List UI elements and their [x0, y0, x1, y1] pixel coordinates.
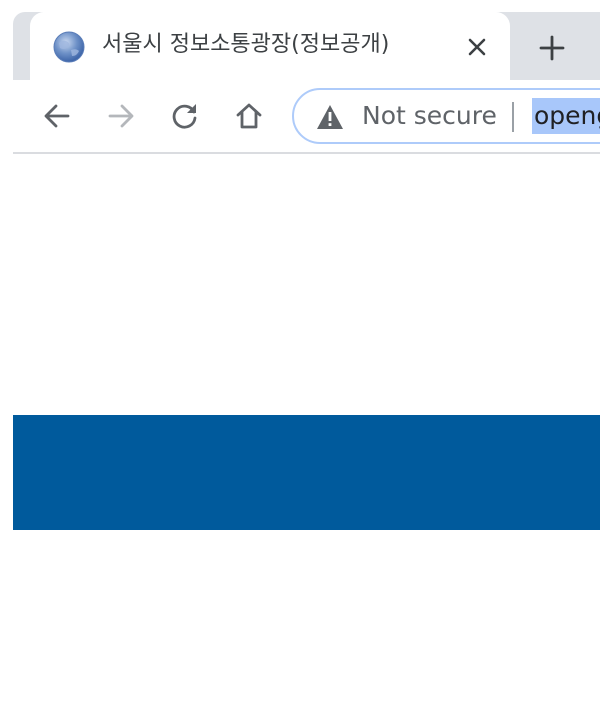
- tab-close-button[interactable]: [460, 30, 494, 64]
- close-icon: [468, 38, 486, 56]
- header-banner: [13, 415, 600, 530]
- forward-arrow-icon: [108, 104, 134, 128]
- forward-button[interactable]: [101, 96, 141, 136]
- back-arrow-icon: [44, 104, 70, 128]
- tab-strip: 서울시 정보소통광장(정보공개): [0, 0, 600, 82]
- address-bar[interactable]: Not secure openg: [292, 88, 600, 144]
- home-button[interactable]: [229, 96, 269, 136]
- page-content: [13, 154, 600, 702]
- browser-toolbar: Not secure openg: [0, 80, 600, 152]
- url-text[interactable]: openg: [532, 98, 600, 134]
- reload-icon: [172, 104, 197, 129]
- plus-icon: [539, 35, 565, 61]
- home-icon: [236, 103, 262, 129]
- new-tab-button[interactable]: [530, 26, 574, 70]
- security-status-label[interactable]: Not secure: [362, 101, 497, 131]
- reload-button[interactable]: [165, 96, 205, 136]
- warning-triangle-icon[interactable]: [316, 104, 344, 130]
- active-tab[interactable]: 서울시 정보소통광장(정보공개): [30, 12, 510, 82]
- back-button[interactable]: [37, 96, 77, 136]
- browser-window: 서울시 정보소통광장(정보공개) Not secure open: [0, 0, 600, 702]
- address-bar-separator: [512, 102, 514, 132]
- globe-icon: [53, 31, 85, 63]
- tab-title: 서울시 정보소통광장(정보공개): [102, 32, 390, 57]
